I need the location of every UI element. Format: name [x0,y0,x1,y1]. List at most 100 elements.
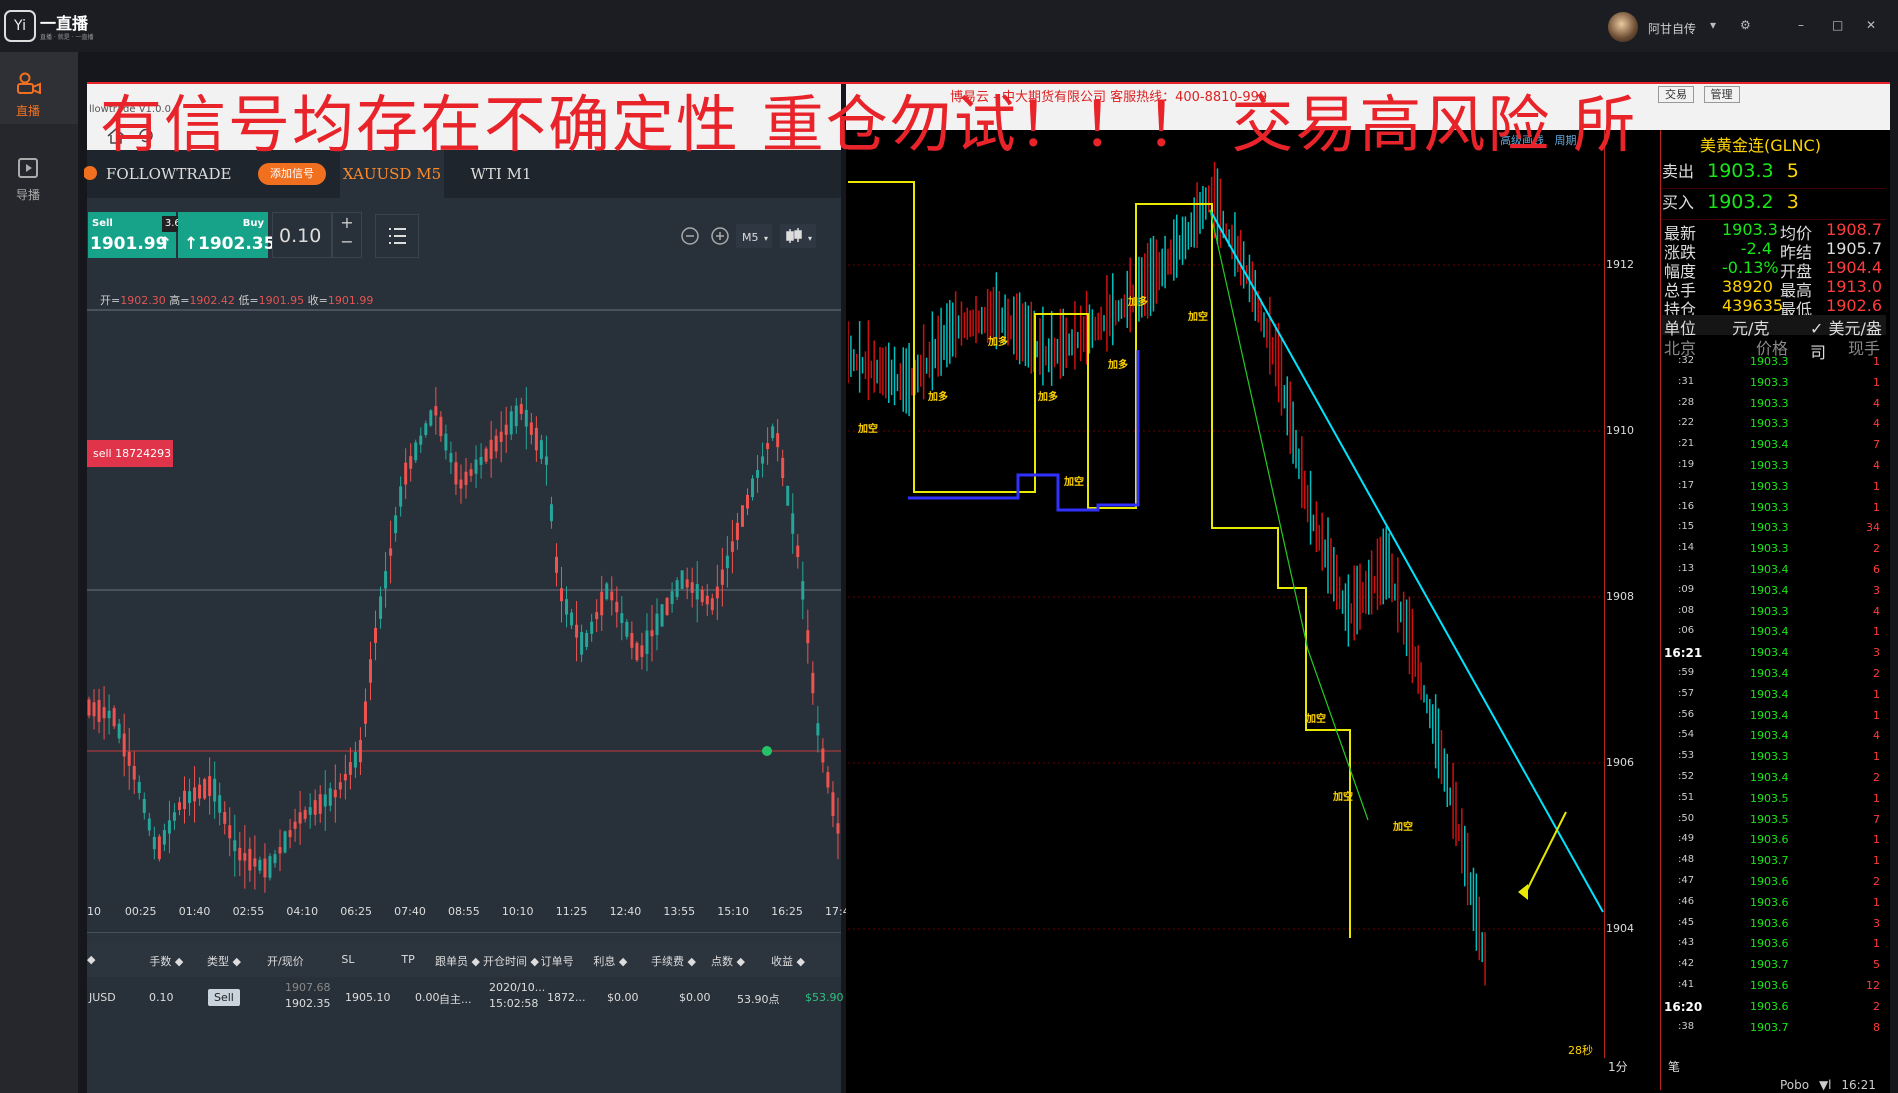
manage-button[interactable]: 管理 [1703,86,1740,103]
user-avatar[interactable] [1608,12,1638,42]
column-header[interactable]: 收益 ◆ [771,953,805,969]
candle [107,694,111,735]
candle [720,547,724,607]
candle [504,406,508,453]
candle [725,536,729,588]
lot-stepper[interactable]: + − [332,212,362,258]
candle [791,493,795,554]
column-header[interactable]: 开仓时间 ◆ [483,953,539,969]
candle [479,443,483,479]
candle [353,741,357,778]
column-header[interactable]: 手续费 ◆ [651,953,696,969]
candle [771,423,775,441]
user-name[interactable]: 阿甘自传 [1648,20,1696,37]
sidebar-item-live[interactable]: 直播 [0,52,78,124]
candlestick-chart[interactable] [87,306,841,904]
candle [635,641,639,662]
candle [258,856,262,874]
plus-icon[interactable]: + [333,213,361,232]
maximize-icon[interactable]: □ [1832,18,1843,32]
chevron-down-icon[interactable]: ▾ [1710,18,1716,32]
column-header[interactable]: 利息 ◆ [593,953,627,969]
candle [328,782,332,812]
list-item: :48 1903.7 1 [1678,854,1880,868]
zoom-out-icon[interactable] [681,227,699,245]
price-tick: 1912 [1606,258,1634,271]
column-header[interactable]: 订单号 [541,953,574,969]
list-item: :38 1903.7 8 [1678,1020,1880,1034]
list-item: :19 1903.3 4 [1678,458,1880,472]
svg-text:加空: 加空 [1305,712,1326,725]
list-icon [389,228,406,244]
table-cell: 自主... [439,993,472,1006]
table-cell: $53.90 [805,991,844,1004]
column-header[interactable]: 跟单员 ◆ [435,953,480,969]
candle [379,586,383,629]
candle [745,488,749,516]
list-item: :57 1903.4 1 [1678,687,1880,701]
table-cell: 0.10 [149,991,174,1004]
candle [167,800,171,854]
play-square-icon [18,158,38,178]
buy-button[interactable]: Buy 1902.35 ↑ [178,212,275,258]
minus-icon[interactable]: − [333,232,361,251]
column-header[interactable]: ◆ [87,953,95,966]
sidebar-item-label: 直播 [15,104,40,118]
candle [454,451,458,495]
column-header[interactable]: 手数 ◆ [149,953,183,969]
svg-text:加多: 加多 [1127,295,1148,308]
close-icon[interactable]: ✕ [1866,18,1876,32]
candle [268,853,272,881]
candle [223,801,227,835]
column-header[interactable]: TP [401,953,414,966]
candle [404,448,408,499]
trade-button[interactable]: 交易 [1658,86,1694,103]
panel-divider[interactable] [87,932,841,943]
order-list-button[interactable] [375,214,419,258]
zoom-in-icon[interactable] [711,227,729,245]
time-tick: 11:25 [555,905,588,918]
period-label[interactable]: 1分 [1608,1058,1628,1075]
lot-size-input[interactable]: 0.10 [272,212,332,258]
sidebar [0,52,78,1093]
candle [554,543,558,587]
candle [685,567,689,600]
bar-timer: 28秒 [1568,1044,1593,1057]
candle [570,608,574,630]
svg-text:加空: 加空 [1332,790,1353,803]
sidebar-item-director[interactable]: 导播 [0,148,78,208]
minimize-icon[interactable]: – [1798,18,1804,32]
unit-row[interactable]: 单位 元/克 ✓ 美元/盎司 [1662,315,1886,362]
add-signal-button[interactable]: 添加信号 [258,163,326,185]
candle [193,766,197,823]
table-row[interactable]: JUSD 0.10 Sell 1907.68 1902.35 1905.10 0.00 自主.… [87,977,844,1021]
list-item: :47 1903.6 2 [1678,874,1880,888]
arrow-down-icon [1518,884,1528,900]
sidebar-item-label: 导播 [15,188,40,202]
intraday-chart[interactable]: 加多加多 加多加多 加多加空 加空加空 加空加空 加空 [848,130,1604,1058]
risk-watermark: 有信号均存在不确定性 重仓勿试！！！ 交易高风险 所 [100,88,1638,161]
price-tick: 1908 [1606,590,1634,603]
stat-row: 持仓 439635 最低 1902.6 [1664,296,1882,319]
candle [288,818,292,849]
column-header[interactable]: SL [341,953,354,966]
sell-order-tag[interactable]: sell 18724293 [87,440,173,467]
column-header[interactable]: 点数 ◆ [711,953,745,969]
svg-text:加多: 加多 [1107,358,1128,371]
candle [549,496,553,529]
candle [399,476,403,517]
candle [203,777,207,800]
table-cell: $0.00 [607,991,639,1004]
candle [318,785,322,823]
column-header[interactable]: 类型 ◆ [207,953,241,969]
candle [600,575,604,632]
column-header[interactable]: 开/现价 [267,953,304,969]
candle [740,505,744,527]
candle [489,420,493,478]
trade-toolbar[interactable]: 交易 管理 [1658,86,1740,103]
gear-icon[interactable]: ⚙ [1740,18,1751,32]
candle [112,705,116,729]
bid-row: 买入 1903.2 3 [1662,189,1886,220]
list-item: :13 1903.4 6 [1678,562,1880,576]
candle [303,806,307,823]
